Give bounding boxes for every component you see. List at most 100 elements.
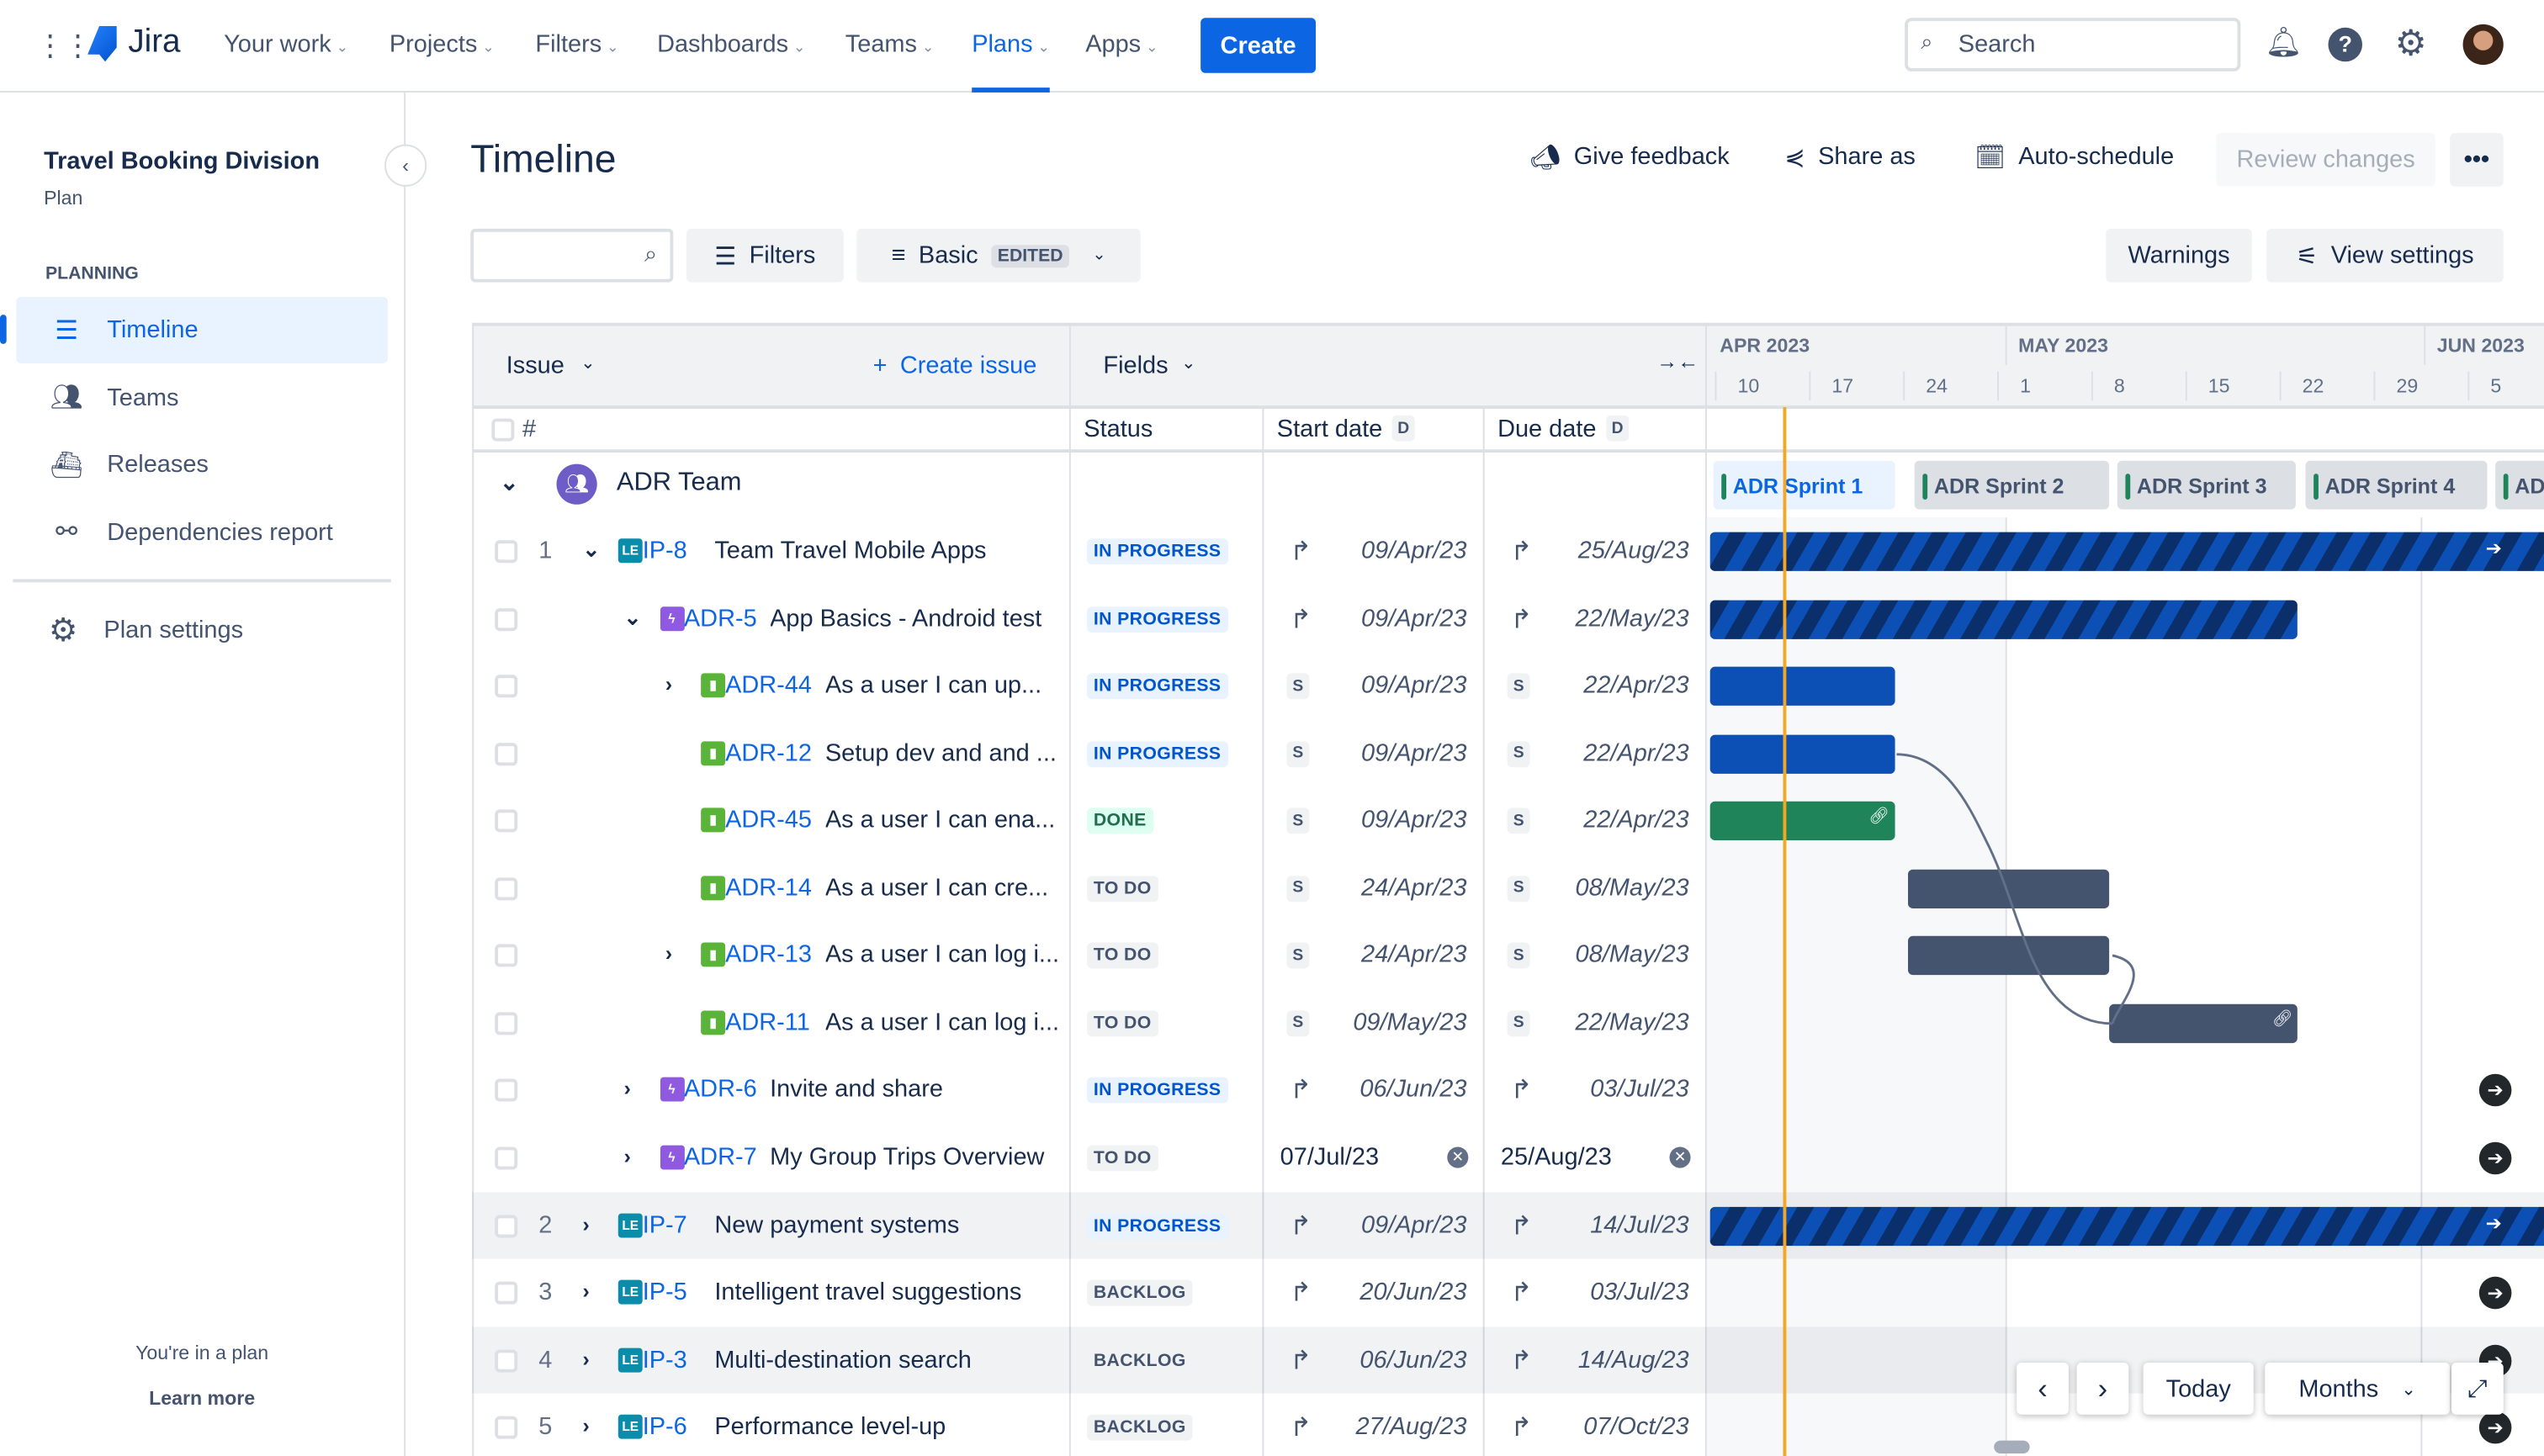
start-date-value[interactable]: 09/Apr/23 xyxy=(1361,604,1466,632)
issue-key-link[interactable]: IP-3 xyxy=(643,1346,687,1374)
fields-menu[interactable]: Fields ⌄ xyxy=(1103,352,1195,379)
row-checkbox[interactable] xyxy=(495,1012,518,1035)
nav-plans[interactable]: Plans ⌄ xyxy=(972,0,1050,93)
nav-projects[interactable]: Projects ⌄ xyxy=(390,0,495,93)
nav-teams[interactable]: Teams ⌄ xyxy=(845,0,935,93)
chevron-right-icon[interactable]: › xyxy=(582,1279,589,1303)
plan-settings-link[interactable]: ⚙ Plan settings xyxy=(16,597,388,664)
start-date-value[interactable]: 24/Apr/23 xyxy=(1361,941,1466,969)
review-changes-button[interactable]: Review changes xyxy=(2216,133,2435,187)
due-date-value[interactable]: 22/Apr/23 xyxy=(1583,672,1688,700)
due-date-value[interactable]: 22/Apr/23 xyxy=(1583,807,1688,834)
start-date-value[interactable]: 24/Apr/23 xyxy=(1361,874,1466,902)
chevron-right-icon[interactable]: › xyxy=(665,941,672,966)
start-date-value[interactable]: 06/Jun/23 xyxy=(1359,1076,1466,1104)
nav-dashboards[interactable]: Dashboards ⌄ xyxy=(657,0,805,93)
chevron-down-icon[interactable]: ⌄ xyxy=(624,604,642,630)
row-checkbox[interactable] xyxy=(495,809,518,833)
chevron-right-icon[interactable]: › xyxy=(624,1144,631,1168)
status-lozenge[interactable]: BACKLOG xyxy=(1087,1347,1193,1374)
due-date-value[interactable]: 22/Apr/23 xyxy=(1583,739,1688,767)
row-checkbox[interactable] xyxy=(495,607,518,631)
timeline-bar[interactable] xyxy=(1709,802,1895,841)
due-date-value[interactable]: 25/Aug/23 xyxy=(1501,1144,1612,1172)
collapse-sidebar-button[interactable]: ‹ xyxy=(384,144,427,187)
row-checkbox[interactable] xyxy=(495,1348,518,1372)
row-checkbox[interactable] xyxy=(495,675,518,698)
issue-key-link[interactable]: ADR-44 xyxy=(725,672,812,700)
nav-your-work[interactable]: Your work ⌄ xyxy=(224,0,348,93)
status-lozenge[interactable]: TO DO xyxy=(1087,1010,1158,1037)
start-date-header[interactable]: Start date D xyxy=(1277,415,1415,442)
issue-key-link[interactable]: ADR-12 xyxy=(725,739,812,767)
start-date-value[interactable]: 09/Apr/23 xyxy=(1361,739,1466,767)
timeline-bar[interactable] xyxy=(1709,532,2544,571)
status-lozenge[interactable]: TO DO xyxy=(1087,1145,1158,1172)
warnings-button[interactable]: Warnings xyxy=(2106,228,2252,283)
start-date-value[interactable]: 09/Apr/23 xyxy=(1361,672,1466,700)
row-checkbox[interactable] xyxy=(495,1079,518,1103)
due-date-value[interactable]: 08/May/23 xyxy=(1576,941,1689,969)
issue-key-link[interactable]: ADR-45 xyxy=(725,807,812,834)
offscreen-arrow-icon[interactable]: ➔ xyxy=(2478,1276,2512,1310)
sprint-chip[interactable]: ADR Sprint 3 xyxy=(2117,460,2296,510)
create-issue-button[interactable]: + Create issue xyxy=(873,352,1037,379)
sidebar-item-timeline[interactable]: ☰ Timeline xyxy=(0,296,388,363)
timeline-bar[interactable] xyxy=(1709,1205,2544,1246)
status-lozenge[interactable]: IN PROGRESS xyxy=(1087,673,1228,700)
share-as-button[interactable]: ⋞ Share as xyxy=(1784,143,1915,172)
issue-key-link[interactable]: ADR-13 xyxy=(725,941,812,969)
search-input[interactable]: ⌕ Search xyxy=(1905,18,2241,71)
status-lozenge[interactable]: IN PROGRESS xyxy=(1087,1077,1228,1104)
issue-key-link[interactable]: ADR-14 xyxy=(725,874,812,902)
status-lozenge[interactable]: DONE xyxy=(1087,807,1153,834)
filters-button[interactable]: ☰ Filters xyxy=(686,228,844,283)
due-date-value[interactable]: 07/Oct/23 xyxy=(1583,1413,1688,1441)
nav-filters[interactable]: Filters ⌄ xyxy=(535,0,618,93)
chevron-right-icon[interactable]: › xyxy=(582,1211,589,1236)
chevron-right-icon[interactable]: › xyxy=(582,1413,589,1437)
due-date-value[interactable]: 22/May/23 xyxy=(1576,604,1689,632)
issue-key-link[interactable]: IP-7 xyxy=(643,1211,687,1239)
timeline-bar[interactable] xyxy=(1908,936,2110,976)
more-actions-button[interactable]: ••• xyxy=(2450,133,2504,187)
sprint-chip[interactable]: AD xyxy=(2495,460,2544,510)
status-lozenge[interactable]: TO DO xyxy=(1087,875,1158,902)
timeline-bar[interactable] xyxy=(1908,869,2110,908)
sprint-chip[interactable]: ADR Sprint 1 xyxy=(1713,460,1895,510)
clear-date-icon[interactable]: ✕ xyxy=(1669,1146,1691,1168)
give-feedback-button[interactable]: 📣︎ Give feedback xyxy=(1530,143,1730,172)
select-all-checkbox[interactable] xyxy=(491,417,515,441)
status-lozenge[interactable]: IN PROGRESS xyxy=(1087,606,1228,633)
start-date-value[interactable]: 07/Jul/23 xyxy=(1280,1144,1379,1172)
status-lozenge[interactable]: IN PROGRESS xyxy=(1087,1212,1228,1239)
due-date-value[interactable]: 14/Aug/23 xyxy=(1578,1346,1689,1374)
row-checkbox[interactable] xyxy=(495,1416,518,1439)
start-date-value[interactable]: 09/Apr/23 xyxy=(1361,537,1466,564)
row-checkbox[interactable] xyxy=(495,1146,518,1170)
issue-key-link[interactable]: ADR-11 xyxy=(725,1009,810,1036)
due-date-value[interactable]: 14/Jul/23 xyxy=(1590,1211,1688,1239)
create-button[interactable]: Create xyxy=(1200,18,1317,73)
chevron-right-icon[interactable]: › xyxy=(665,672,672,696)
row-checkbox[interactable] xyxy=(495,1214,518,1237)
sidebar-item-dependencies-report[interactable]: ⚯ Dependencies report xyxy=(16,499,388,565)
due-date-header[interactable]: Due date D xyxy=(1497,415,1630,442)
issue-key-link[interactable]: ADR-5 xyxy=(684,604,757,632)
fullscreen-icon[interactable]: ⤢ xyxy=(2451,1362,2504,1415)
notifications-icon[interactable]: 🔔︎ xyxy=(2265,26,2302,60)
status-lozenge[interactable]: IN PROGRESS xyxy=(1087,538,1228,565)
start-date-value[interactable]: 09/Apr/23 xyxy=(1361,1211,1466,1239)
row-checkbox[interactable] xyxy=(495,540,518,564)
timescale-select[interactable]: Months ⌄ xyxy=(2265,1362,2451,1415)
timeline-bar[interactable] xyxy=(1709,666,1895,707)
issue-key-link[interactable]: ADR-7 xyxy=(684,1144,757,1172)
learn-more-link[interactable]: Learn more xyxy=(0,1387,404,1410)
issue-key-link[interactable]: IP-6 xyxy=(643,1413,687,1441)
issue-key-link[interactable]: IP-8 xyxy=(643,537,687,564)
due-date-value[interactable]: 25/Aug/23 xyxy=(1578,537,1689,564)
row-checkbox[interactable] xyxy=(495,742,518,765)
scroll-right-button[interactable]: › xyxy=(2076,1362,2129,1415)
due-date-value[interactable]: 03/Jul/23 xyxy=(1590,1076,1688,1104)
due-date-value[interactable]: 08/May/23 xyxy=(1576,874,1689,902)
